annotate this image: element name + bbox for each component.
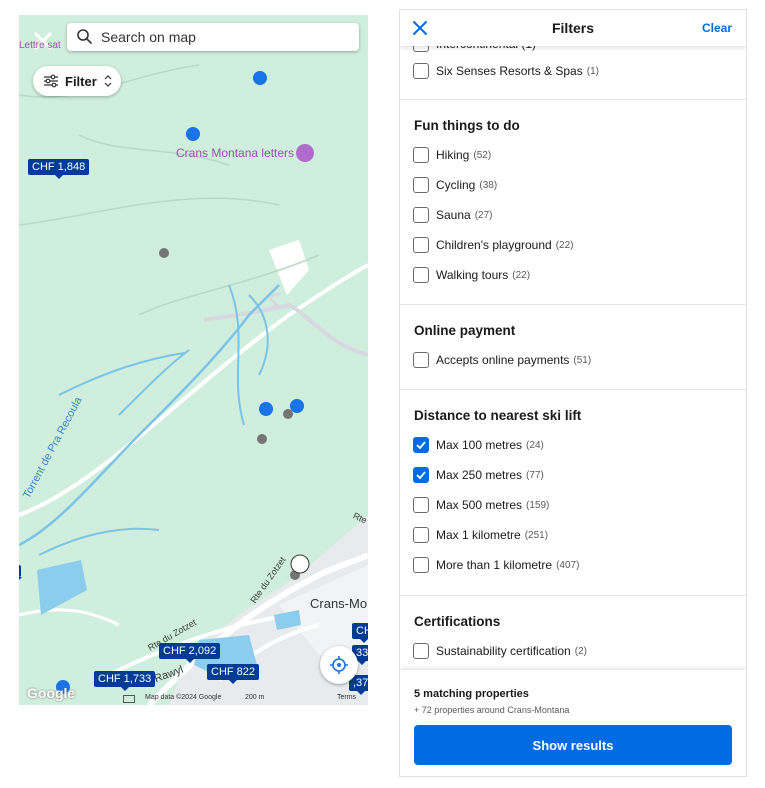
checkmark-icon: [416, 471, 426, 480]
map-price-pin[interactable]: CHF 1,848: [28, 159, 90, 179]
crosshair-icon: [330, 656, 348, 674]
section-title: Certifications: [414, 614, 501, 629]
google-logo: Google: [27, 685, 76, 701]
sliders-icon: [44, 74, 58, 88]
filter-option-count: (38): [479, 179, 498, 191]
map-label-partial: Lettre sat: [19, 40, 61, 51]
filter-option-count: (77): [526, 469, 544, 481]
filter-option-label: Max 250 metres: [436, 468, 523, 482]
locate-me-button[interactable]: [320, 646, 358, 684]
filter-option[interactable]: Sauna (27): [413, 207, 493, 223]
map-town-label: Crans-Mo: [310, 596, 368, 611]
filter-option-label: Cycling: [436, 178, 476, 192]
filter-option-label: Six Senses Resorts & Spas: [436, 64, 583, 78]
filter-option-label: Hiking: [436, 148, 470, 162]
checkbox[interactable]: [413, 352, 429, 368]
filter-option-label: Max 500 metres: [436, 498, 523, 512]
filter-option-count: (52): [473, 149, 492, 161]
filters-panel: Filters Clear Intercontinental (1) Six S…: [399, 9, 747, 777]
filter-option-label: Accepts online payments: [436, 353, 570, 367]
section-title: Distance to nearest ski lift: [414, 408, 582, 423]
map-filter-button[interactable]: Filter: [33, 66, 121, 96]
filter-option[interactable]: Walking tours (22): [413, 267, 530, 283]
search-icon: [77, 29, 92, 44]
section-title: Online payment: [414, 323, 516, 338]
filter-option-label: Max 100 metres: [436, 438, 523, 452]
checkbox[interactable]: [413, 147, 429, 163]
filter-option-count: (2): [574, 645, 587, 657]
filter-option-count: (24): [526, 439, 544, 451]
matching-count: 5 matching properties: [414, 688, 529, 700]
filter-option[interactable]: Max 100 metres (24): [413, 437, 544, 453]
filter-option-label: Sauna: [436, 208, 471, 222]
filter-option-count: (159): [526, 499, 550, 511]
filter-option-label: Children's playground: [436, 238, 552, 252]
map-landmark-label[interactable]: Crans Montana letters: [176, 146, 294, 160]
checkbox-checked[interactable]: [413, 467, 429, 483]
map-attribution: Map data ©2024 Google: [145, 694, 222, 701]
map-price-pin[interactable]: CH: [352, 623, 368, 643]
checkbox[interactable]: [413, 207, 429, 223]
keyboard-icon[interactable]: [123, 695, 135, 703]
map-search-input[interactable]: [99, 28, 343, 46]
filter-button-label: Filter: [65, 73, 97, 89]
section-title: Fun things to do: [414, 118, 520, 133]
map-price-pin[interactable]: CHF 1,733: [94, 671, 156, 691]
checkbox[interactable]: [413, 643, 429, 659]
filter-option-label: Walking tours: [436, 268, 509, 282]
filter-option[interactable]: Max 500 metres (159): [413, 497, 549, 513]
checkbox[interactable]: [413, 63, 429, 79]
filter-section-online-payment: Online payment Accepts online payments (…: [400, 304, 746, 390]
filters-header: Filters Clear: [400, 10, 746, 46]
filter-option[interactable]: More than 1 kilometre (407): [413, 557, 579, 573]
filter-option[interactable]: Children's playground (22): [413, 237, 574, 253]
checkbox[interactable]: [413, 527, 429, 543]
filter-section-ski-lift-distance: Distance to nearest ski lift Max 100 met…: [400, 389, 746, 596]
filter-option-count: (251): [524, 529, 549, 541]
filter-option-count: (22): [555, 239, 574, 251]
checkbox-checked[interactable]: [413, 437, 429, 453]
filter-option-label: Sustainability certification: [436, 644, 571, 658]
map-price-pin[interactable]: CHF 2,092: [159, 643, 221, 663]
nearby-count: + 72 properties around Crans-Montana: [414, 705, 570, 715]
filter-option[interactable]: Max 1 kilometre (251): [413, 527, 548, 543]
show-results-button[interactable]: Show results: [414, 725, 732, 765]
filter-option[interactable]: Max 250 metres (77): [413, 467, 544, 483]
map-scale[interactable]: 200 m: [245, 694, 264, 701]
filter-option-count: (407): [556, 559, 580, 571]
chevron-updown-icon: [104, 75, 112, 87]
filter-option-count: (27): [474, 209, 493, 221]
map-price-pin-edge[interactable]: [19, 565, 22, 581]
filter-option-label: More than 1 kilometre: [436, 558, 553, 572]
filter-option[interactable]: Six Senses Resorts & Spas (1): [413, 63, 599, 79]
map-search-box[interactable]: [67, 23, 359, 51]
map-panel[interactable]: Filter Lettre sat Crans Montana letters …: [19, 15, 368, 705]
checkbox[interactable]: [413, 177, 429, 193]
filters-title: Filters: [551, 20, 594, 36]
filter-section-fun-things: Fun things to do Hiking (52) Cycling (38…: [400, 99, 746, 305]
filters-footer: 5 matching properties + 72 properties ar…: [400, 670, 746, 776]
filter-option[interactable]: Hiking (52): [413, 147, 491, 163]
checkbox[interactable]: [413, 497, 429, 513]
filter-option[interactable]: Accepts online payments (51): [413, 352, 591, 368]
checkbox[interactable]: [413, 237, 429, 253]
map-terms-link[interactable]: Terms: [337, 694, 356, 701]
filter-option-label: Max 1 kilometre: [436, 528, 521, 542]
filter-option-count: (1): [586, 65, 599, 77]
map-price-pin[interactable]: CHF 822: [207, 664, 260, 684]
filter-option-count: (22): [512, 269, 531, 281]
checkbox[interactable]: [413, 267, 429, 283]
checkbox[interactable]: [413, 557, 429, 573]
filter-option[interactable]: Sustainability certification (2): [413, 643, 587, 659]
filter-option[interactable]: Cycling (38): [413, 177, 497, 193]
clear-filters-button[interactable]: Clear: [702, 21, 732, 35]
checkmark-icon: [416, 441, 426, 450]
filter-option-count: (51): [573, 354, 592, 366]
